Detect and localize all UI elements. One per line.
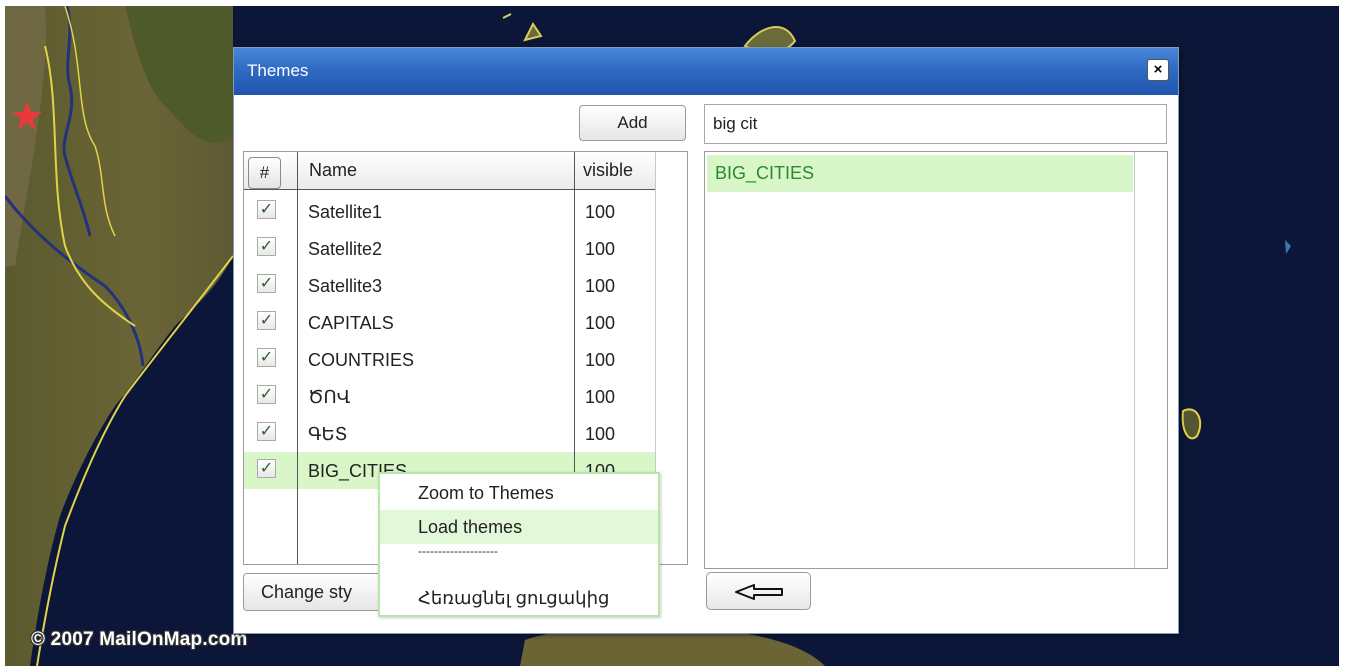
- row-visible: 100: [585, 239, 616, 259]
- column-header-visible[interactable]: visible: [583, 160, 633, 181]
- row-checkbox[interactable]: ✓: [257, 311, 276, 330]
- column-header-name[interactable]: Name: [309, 160, 357, 181]
- context-menu: Zoom to Themes Load themes -------------…: [378, 472, 660, 617]
- grid-header: # Name visible: [244, 152, 655, 190]
- menu-item-remove-from-list[interactable]: Հեռացնել ցուցակից: [380, 581, 658, 615]
- search-results-list: BIG_CITIES: [704, 151, 1168, 569]
- table-row[interactable]: ✓ Satellite2 100: [244, 230, 655, 267]
- row-name: COUNTRIES: [308, 350, 415, 370]
- menu-item-zoom-to-themes[interactable]: Zoom to Themes: [380, 476, 658, 510]
- table-row[interactable]: ✓ ԾՈՎ 100: [244, 378, 655, 415]
- row-visible: 100: [585, 276, 616, 296]
- row-visible: 100: [585, 202, 616, 222]
- row-name: CAPITALS: [308, 313, 394, 333]
- result-item[interactable]: BIG_CITIES: [707, 155, 1133, 192]
- row-checkbox[interactable]: ✓: [257, 459, 276, 478]
- table-row[interactable]: ✓ Satellite1 100: [244, 193, 655, 230]
- row-checkbox[interactable]: ✓: [257, 348, 276, 367]
- row-name: Satellite1: [308, 202, 383, 222]
- results-scrollbar[interactable]: [1134, 152, 1167, 568]
- row-visible: 100: [585, 350, 616, 370]
- row-name: Satellite3: [308, 276, 383, 296]
- theme-search-input[interactable]: big cit: [704, 104, 1167, 144]
- row-name: Satellite2: [308, 239, 383, 259]
- dialog-title: Themes: [247, 61, 309, 80]
- add-button[interactable]: Add: [579, 105, 686, 141]
- row-name: ԳԵՏ: [308, 424, 348, 444]
- column-divider: [574, 152, 575, 482]
- row-checkbox[interactable]: ✓: [257, 385, 276, 404]
- arrow-left-icon: [735, 584, 783, 600]
- row-checkbox[interactable]: ✓: [257, 200, 276, 219]
- row-checkbox[interactable]: ✓: [257, 422, 276, 441]
- table-row[interactable]: ✓ COUNTRIES 100: [244, 341, 655, 378]
- row-visible: 100: [585, 424, 616, 444]
- close-button[interactable]: ×: [1147, 59, 1169, 81]
- row-checkbox[interactable]: ✓: [257, 274, 276, 293]
- row-visible: 100: [585, 313, 616, 333]
- change-style-button[interactable]: Change sty: [243, 573, 393, 611]
- dialog-titlebar[interactable]: Themes ×: [234, 48, 1178, 95]
- row-checkbox[interactable]: ✓: [257, 237, 276, 256]
- row-visible: 100: [585, 387, 616, 407]
- table-row[interactable]: ✓ Satellite3 100: [244, 267, 655, 304]
- row-name: ԾՈՎ: [308, 387, 351, 407]
- themes-dialog: Themes × Add big cit # Name visible ✓ Sat…: [233, 47, 1179, 634]
- menu-separator: --------------------: [418, 544, 498, 558]
- move-left-button[interactable]: [706, 572, 811, 610]
- select-all-button[interactable]: #: [248, 157, 281, 189]
- menu-item-load-themes[interactable]: Load themes: [380, 510, 658, 544]
- table-row[interactable]: ✓ CAPITALS 100: [244, 304, 655, 341]
- map-copyright: © 2007 MailOnMap.com: [31, 629, 248, 650]
- table-row[interactable]: ✓ ԳԵՏ 100: [244, 415, 655, 452]
- column-divider: [297, 152, 298, 564]
